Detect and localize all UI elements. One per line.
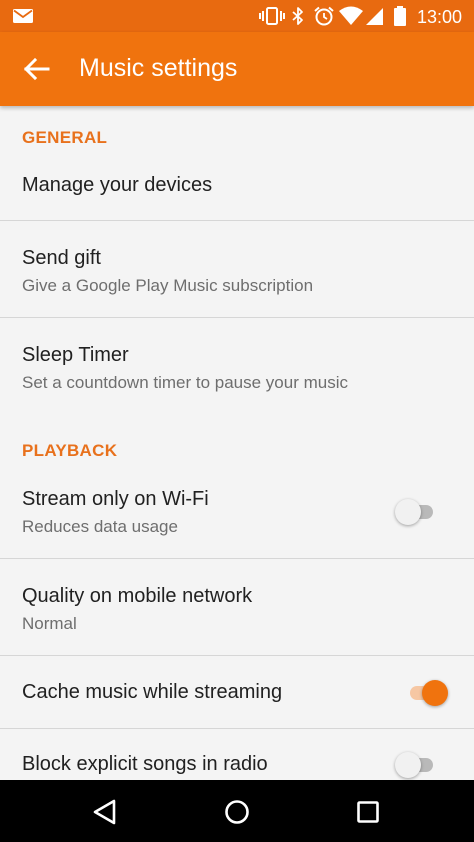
page-title: Music settings	[79, 54, 238, 82]
setting-subtitle: Give a Google Play Music subscription	[22, 276, 314, 295]
mail-icon	[13, 9, 33, 23]
setting-quality-mobile[interactable]: Quality on mobile network Normal	[0, 559, 474, 655]
setting-subtitle: Normal	[22, 614, 77, 633]
cache-streaming-toggle[interactable]	[404, 679, 448, 707]
setting-send-gift[interactable]: Send gift Give a Google Play Music subsc…	[0, 221, 474, 317]
back-triangle-icon[interactable]	[87, 794, 123, 830]
section-header-playback: PLAYBACK	[22, 441, 118, 460]
toggle-thumb	[395, 499, 421, 525]
settings-list[interactable]: GENERAL Manage your devices Send gift Gi…	[0, 106, 474, 780]
clock: 13:00	[416, 7, 462, 27]
alarm-icon	[314, 6, 334, 26]
setting-sleep-timer[interactable]: Sleep Timer Set a countdown timer to pau…	[0, 318, 474, 414]
setting-title: Stream only on Wi-Fi	[22, 488, 209, 510]
setting-title: Send gift	[22, 247, 101, 269]
app-bar: Music settings	[0, 32, 474, 106]
signal-icon	[366, 8, 383, 25]
setting-subtitle: Reduces data usage	[22, 517, 178, 536]
setting-title: Sleep Timer	[22, 344, 129, 366]
setting-title: Quality on mobile network	[22, 585, 253, 607]
setting-stream-wifi-only[interactable]: Stream only on Wi-Fi Reduces data usage	[0, 462, 474, 558]
setting-title: Block explicit songs in radio	[22, 753, 268, 775]
home-circle-icon[interactable]	[219, 794, 255, 830]
vibrate-icon	[259, 7, 285, 25]
setting-cache-streaming[interactable]: Cache music while streaming	[0, 656, 474, 728]
battery-icon	[394, 6, 406, 26]
wifi-icon	[339, 6, 363, 25]
setting-title: Manage your devices	[22, 174, 213, 196]
toggle-thumb	[422, 680, 448, 706]
bluetooth-icon	[292, 7, 303, 25]
toggle-thumb	[395, 752, 421, 778]
block-explicit-toggle[interactable]	[395, 751, 439, 779]
section-header-general: GENERAL	[22, 128, 108, 147]
stream-wifi-only-toggle[interactable]	[395, 498, 439, 526]
arrow-back-icon[interactable]	[22, 54, 52, 84]
recents-square-icon[interactable]	[350, 794, 386, 830]
setting-title: Cache music while streaming	[22, 681, 283, 703]
setting-subtitle: Set a countdown timer to pause your musi…	[22, 373, 348, 392]
status-bar: 13:00	[0, 0, 474, 32]
navigation-bar	[0, 780, 474, 842]
setting-block-explicit[interactable]: Block explicit songs in radio	[0, 729, 474, 780]
setting-manage-devices[interactable]: Manage your devices	[0, 154, 474, 220]
